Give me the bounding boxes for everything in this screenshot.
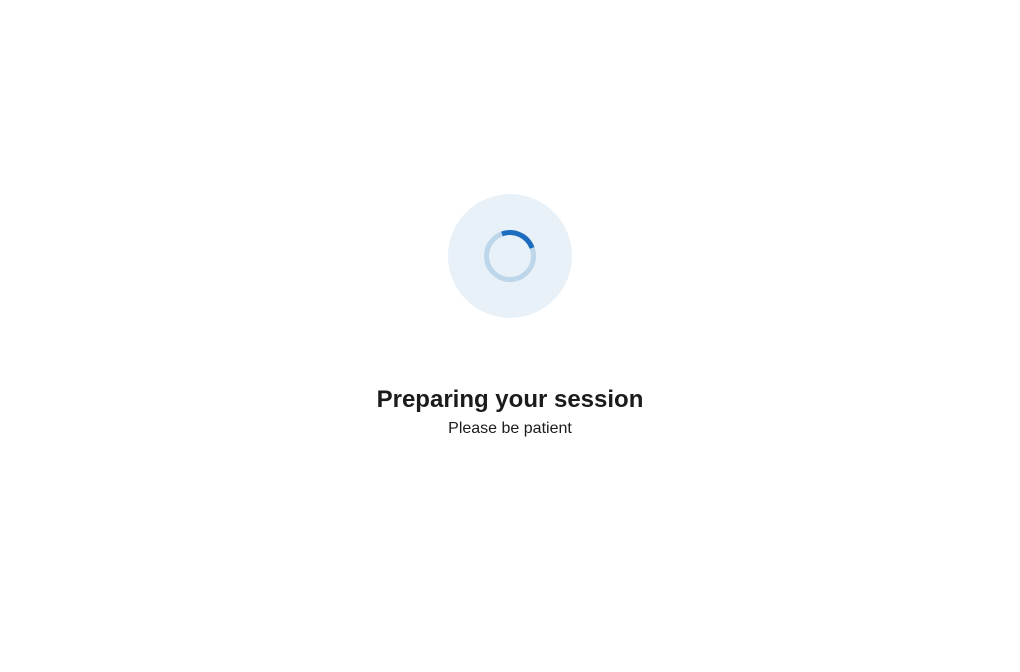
spinner-arc xyxy=(475,221,544,290)
loading-container: Preparing your session Please be patient xyxy=(377,194,644,438)
spinner-background xyxy=(448,194,572,318)
loading-title: Preparing your session xyxy=(377,386,644,414)
spinner-icon xyxy=(484,230,536,282)
loading-subtitle: Please be patient xyxy=(448,420,572,438)
